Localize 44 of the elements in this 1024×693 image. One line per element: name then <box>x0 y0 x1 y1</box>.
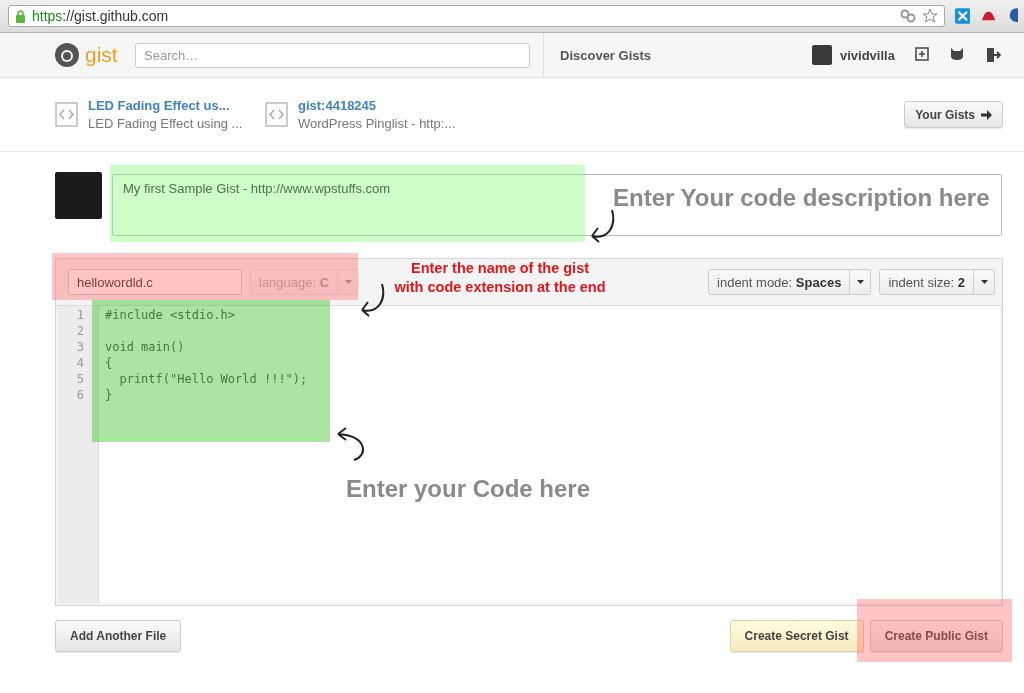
gist-description: LED Fading Effect using ... <box>88 116 243 131</box>
create-secret-gist-button[interactable]: Create Secret Gist <box>729 620 864 652</box>
discover-link[interactable]: Discover Gists <box>560 47 812 63</box>
avatar-placeholder <box>812 45 832 65</box>
annotation-text: Enter the name of the gist with code extension at the end <box>393 259 607 297</box>
code-line: #include <stdio.h> <box>105 308 237 324</box>
line-number: 5 <box>75 372 85 388</box>
line-number: 4 <box>75 356 85 372</box>
indent-size-select[interactable]: indent size: 2 <box>879 269 995 295</box>
code-file-icon <box>55 102 78 127</box>
url-text: https://gist.github.com <box>32 8 169 24</box>
photo-placeholder <box>55 172 102 219</box>
line-number: 1 <box>75 308 85 324</box>
extension-icon[interactable] <box>955 7 971 25</box>
gist-description: WordPress Pinglist - http:... <box>298 116 456 131</box>
address-bar[interactable]: https://gist.github.com <box>8 5 945 27</box>
extension-icon[interactable] <box>1007 7 1018 25</box>
filename-field[interactable]: hellowordld.c <box>68 269 242 295</box>
caret-icon <box>980 280 988 284</box>
caret-icon <box>856 280 864 284</box>
gist-title-link[interactable]: LED Fading Effect us... <box>88 98 243 113</box>
annotation-text: Enter your Code here <box>346 475 591 503</box>
add-file-button[interactable]: Add Another File <box>55 620 182 652</box>
line-number: 3 <box>75 340 85 356</box>
code-line: } <box>105 388 114 404</box>
new-gist-icon[interactable] <box>914 47 929 61</box>
code-line: void main() <box>105 340 186 356</box>
code-line: printf("Hello World !!!"); <box>118 372 308 388</box>
indent-mode-select[interactable]: indent mode: Spaces <box>708 269 872 295</box>
annotation-text: Enter Your code description here <box>613 184 990 212</box>
code-file-icon <box>265 102 288 127</box>
hat-icon[interactable] <box>980 9 998 23</box>
line-number: 6 <box>75 388 85 404</box>
star-icon[interactable] <box>922 8 938 24</box>
sign-out-icon[interactable] <box>984 47 1001 63</box>
link-icon[interactable] <box>900 9 916 23</box>
create-public-gist-button[interactable]: Create Public Gist <box>869 620 1003 652</box>
your-gists-button[interactable]: Your Gists <box>904 101 1003 128</box>
arrow-right-icon <box>981 109 992 120</box>
gist-title-link[interactable]: gist:4418245 <box>298 98 456 113</box>
code-line: { <box>105 356 114 372</box>
lock-icon <box>15 9 26 23</box>
username-link[interactable]: vividvilla <box>840 47 895 63</box>
line-number: 2 <box>75 324 85 340</box>
